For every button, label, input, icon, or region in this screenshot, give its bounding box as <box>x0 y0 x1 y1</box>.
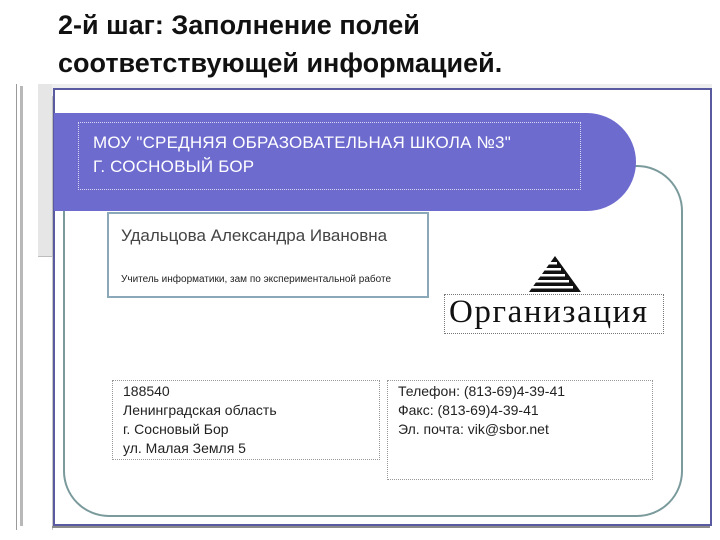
organization-textbox[interactable]: Организация <box>444 294 664 334</box>
editor-scroll-strip[interactable] <box>20 86 23 526</box>
vertical-ruler <box>38 84 53 257</box>
slide-title-line1: 2-й шаг: Заполнение полей <box>58 10 420 40</box>
address-line: Ленинградская область <box>123 402 277 418</box>
address-line: г. Сосновый Бор <box>123 421 229 437</box>
logo-stripe <box>527 274 565 277</box>
contact-fax: Факс: (813-69)4-39-41 <box>398 402 539 418</box>
contacts-textbox[interactable]: Телефон: (813-69)4-39-41 Факс: (813-69)4… <box>387 380 653 480</box>
logo-stripe <box>527 268 561 271</box>
address-line: 188540 <box>123 383 170 399</box>
pyramid-stripes-icon[interactable] <box>527 254 583 294</box>
contact-email: Эл. почта: vik@sbor.net <box>398 421 549 437</box>
address-textbox[interactable]: 188540 Ленинградская область г. Сосновый… <box>112 380 380 460</box>
slide-title-line2: соответствующей информацией. <box>58 48 503 78</box>
logo-stripe <box>527 286 573 289</box>
address-line: ул. Малая Земля 5 <box>123 440 246 456</box>
person-role: Учитель информатики, зам по эксперимента… <box>121 274 391 285</box>
person-textbox[interactable]: Удальцова Александра Ивановна Учитель ин… <box>107 212 429 298</box>
header-textbox[interactable]: МОУ "СРЕДНЯЯ ОБРАЗОВАТЕЛЬНАЯ ШКОЛА №3" Г… <box>78 122 581 190</box>
school-city: Г. СОСНОВЫЙ БОР <box>93 157 255 176</box>
contact-phone: Телефон: (813-69)4-39-41 <box>398 383 566 399</box>
editor-left-border <box>16 84 17 530</box>
page-bottom-border <box>52 526 710 528</box>
logo-stripe <box>527 280 569 283</box>
organization-name: Организация <box>449 294 649 330</box>
logo-stripe <box>527 262 557 265</box>
school-name: МОУ "СРЕДНЯЯ ОБРАЗОВАТЕЛЬНАЯ ШКОЛА №3" <box>93 133 511 152</box>
slide-title: 2-й шаг: Заполнение полей соответствующе… <box>58 6 698 82</box>
person-name: Удальцова Александра Ивановна <box>121 226 388 245</box>
